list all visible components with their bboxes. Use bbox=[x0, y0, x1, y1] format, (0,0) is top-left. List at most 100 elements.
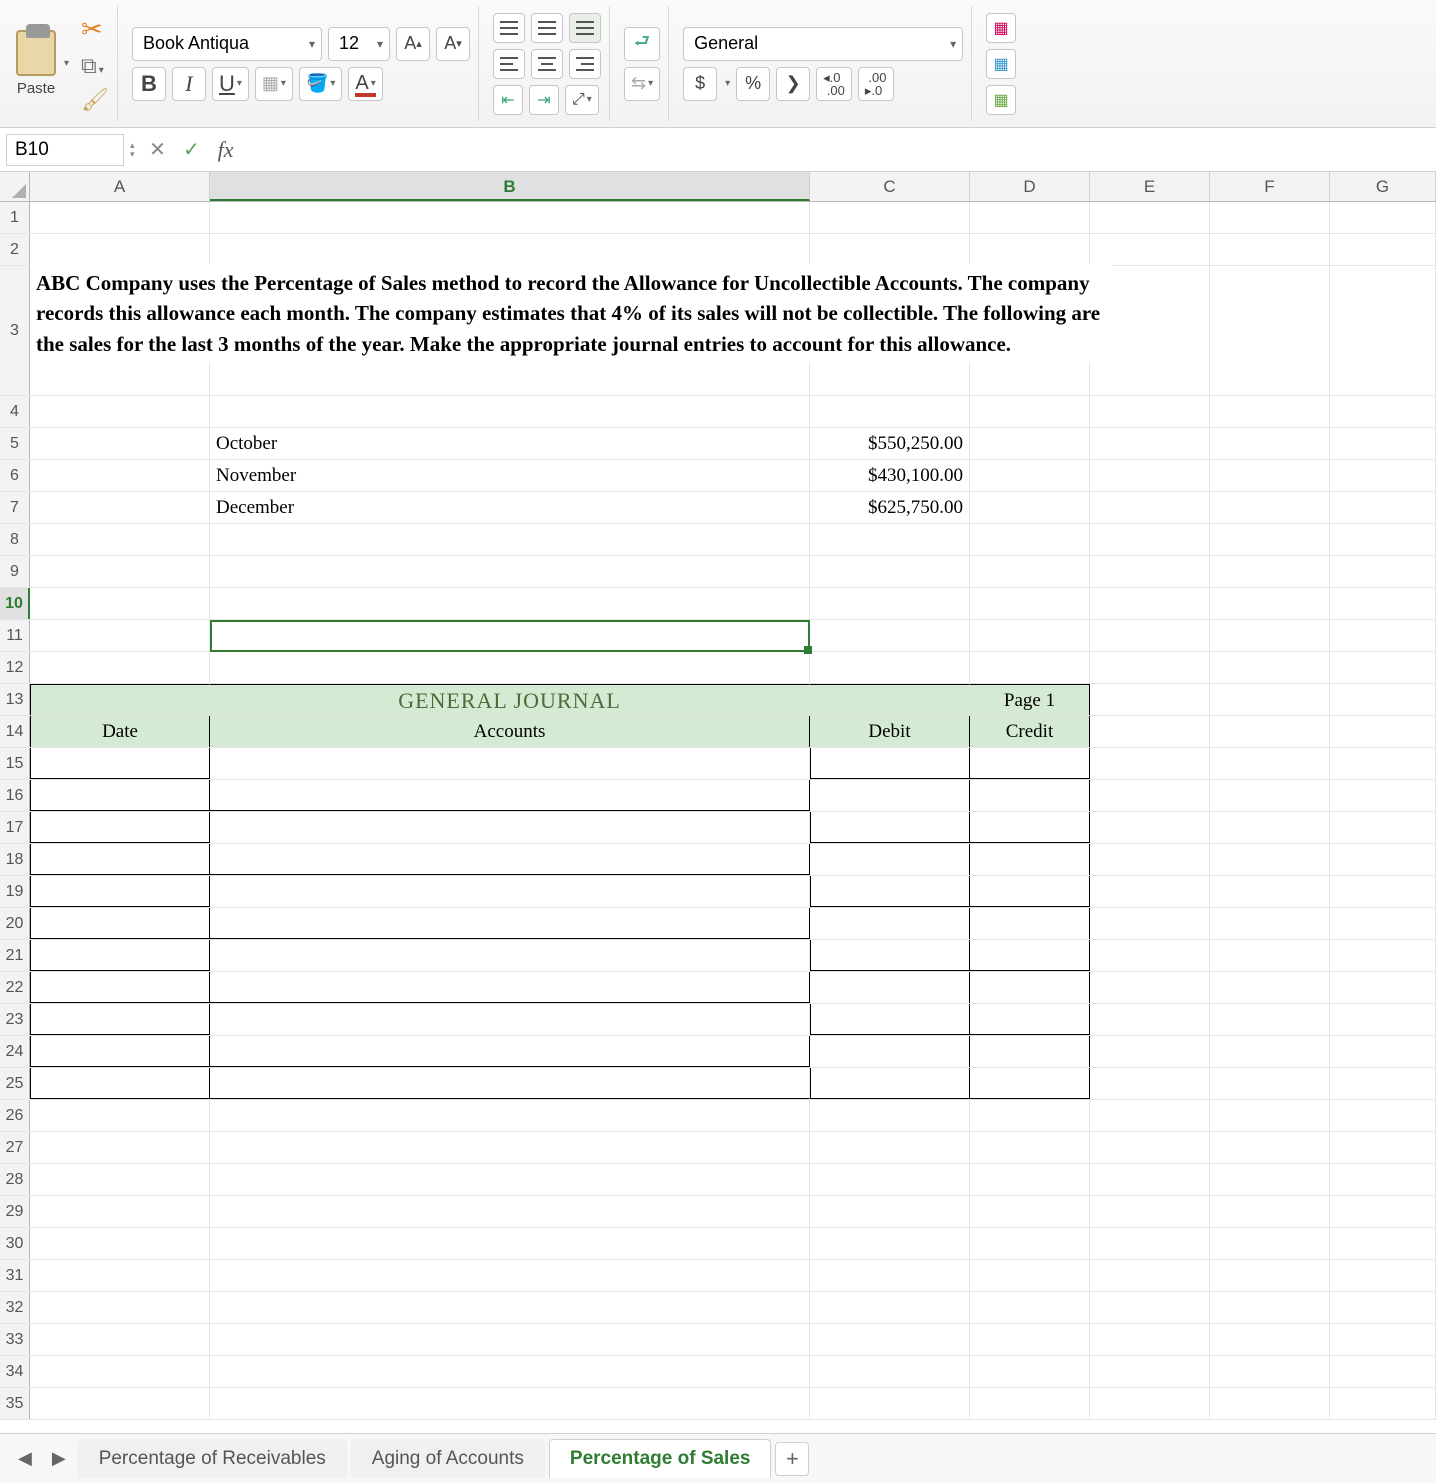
font-size-combo[interactable]: 12 bbox=[328, 27, 390, 61]
cell[interactable]: $550,250.00 bbox=[810, 428, 970, 459]
row-header[interactable]: 15 bbox=[0, 748, 30, 779]
row-header[interactable]: 34 bbox=[0, 1356, 30, 1387]
align-center-icon[interactable] bbox=[531, 49, 563, 79]
conditional-format-icon[interactable]: ▦ bbox=[986, 13, 1016, 43]
row-header[interactable]: 13 bbox=[0, 684, 30, 715]
col-header-E[interactable]: E bbox=[1090, 172, 1210, 201]
fx-icon[interactable]: fx bbox=[209, 134, 243, 166]
cell[interactable]: November bbox=[210, 460, 810, 491]
row-header[interactable]: 24 bbox=[0, 1036, 30, 1067]
cell[interactable]: $430,100.00 bbox=[810, 460, 970, 491]
align-bottom-icon[interactable] bbox=[569, 13, 601, 43]
row-header[interactable]: 10 bbox=[0, 588, 30, 619]
row-header[interactable]: 16 bbox=[0, 780, 30, 811]
cell[interactable]: December bbox=[210, 492, 810, 523]
format-table-icon[interactable]: ▦ bbox=[986, 49, 1016, 79]
select-all-corner[interactable] bbox=[0, 172, 30, 201]
row-header[interactable]: 18 bbox=[0, 844, 30, 875]
row-header[interactable]: 19 bbox=[0, 876, 30, 907]
number-format-combo[interactable]: General bbox=[683, 27, 963, 61]
journal-page[interactable]: Page 1 bbox=[970, 684, 1090, 715]
formula-input[interactable] bbox=[243, 134, 1436, 166]
format-painter-icon[interactable]: 🖌 bbox=[81, 87, 109, 113]
row-header[interactable]: 3 bbox=[0, 266, 30, 395]
copy-icon[interactable]: ⧉▾ bbox=[81, 53, 109, 79]
row-header[interactable]: 7 bbox=[0, 492, 30, 523]
decrease-font-icon[interactable]: A▾ bbox=[436, 27, 470, 61]
col-header-G[interactable]: G bbox=[1330, 172, 1436, 201]
increase-indent-icon[interactable]: ⇥ bbox=[529, 85, 559, 115]
spreadsheet-grid[interactable]: A B C D E F G 1 2 3 ABC Company uses the… bbox=[0, 172, 1436, 1433]
paste-dropdown-icon[interactable]: ▾ bbox=[64, 58, 69, 69]
add-sheet-button[interactable]: + bbox=[775, 1442, 809, 1476]
row-header[interactable]: 4 bbox=[0, 396, 30, 427]
align-middle-icon[interactable] bbox=[531, 13, 563, 43]
cut-icon[interactable]: ✂ bbox=[81, 14, 109, 45]
cell[interactable]: $625,750.00 bbox=[810, 492, 970, 523]
bold-button[interactable]: B bbox=[132, 67, 166, 101]
col-header-D[interactable]: D bbox=[970, 172, 1090, 201]
journal-title[interactable]: GENERAL JOURNAL bbox=[210, 684, 810, 715]
name-box[interactable]: B10 bbox=[6, 134, 124, 166]
decrease-decimal-button[interactable]: .00▸.0 bbox=[858, 67, 894, 101]
comma-button[interactable]: ❯ bbox=[776, 67, 810, 101]
row-header[interactable]: 1 bbox=[0, 202, 30, 233]
tab-nav-prev-icon[interactable]: ◀ bbox=[10, 1444, 40, 1473]
fill-color-button[interactable]: 🪣▾ bbox=[299, 67, 342, 101]
row-header[interactable]: 9 bbox=[0, 556, 30, 587]
row-header[interactable]: 8 bbox=[0, 524, 30, 555]
borders-button[interactable]: ▦▾ bbox=[255, 67, 293, 101]
increase-font-icon[interactable]: A▴ bbox=[396, 27, 430, 61]
row-header[interactable]: 33 bbox=[0, 1324, 30, 1355]
font-name-combo[interactable]: Book Antiqua bbox=[132, 27, 322, 61]
row-header[interactable]: 22 bbox=[0, 972, 30, 1003]
underline-button[interactable]: U▾ bbox=[212, 67, 249, 101]
journal-h-accounts[interactable]: Accounts bbox=[210, 716, 810, 747]
row-header[interactable]: 27 bbox=[0, 1132, 30, 1163]
wrap-text-icon[interactable]: ⮐ bbox=[624, 27, 660, 61]
sheet-tab-sales[interactable]: Percentage of Sales bbox=[549, 1439, 772, 1478]
cell[interactable]: October bbox=[210, 428, 810, 459]
merge-icon[interactable]: ⇆▾ bbox=[624, 67, 660, 101]
decrease-indent-icon[interactable]: ⇤ bbox=[493, 85, 523, 115]
increase-decimal-button[interactable]: ◂.0 .00 bbox=[816, 67, 852, 101]
align-left-icon[interactable] bbox=[493, 49, 525, 79]
journal-h-date[interactable]: Date bbox=[30, 716, 210, 747]
journal-h-credit[interactable]: Credit bbox=[970, 716, 1090, 747]
row-header[interactable]: 30 bbox=[0, 1228, 30, 1259]
row-header[interactable]: 12 bbox=[0, 652, 30, 683]
row-header[interactable]: 14 bbox=[0, 716, 30, 747]
row-header[interactable]: 23 bbox=[0, 1004, 30, 1035]
paste-label[interactable]: Paste bbox=[17, 80, 55, 97]
name-box-spinner[interactable]: ▴▾ bbox=[130, 141, 135, 159]
col-header-B[interactable]: B bbox=[210, 172, 810, 201]
journal-h-debit[interactable]: Debit bbox=[810, 716, 970, 747]
cancel-formula-icon[interactable]: ✕ bbox=[141, 134, 175, 166]
row-header[interactable]: 31 bbox=[0, 1260, 30, 1291]
row-header[interactable]: 29 bbox=[0, 1196, 30, 1227]
col-header-A[interactable]: A bbox=[30, 172, 210, 201]
row-header[interactable]: 20 bbox=[0, 908, 30, 939]
row-header[interactable]: 35 bbox=[0, 1388, 30, 1419]
row-header[interactable]: 21 bbox=[0, 940, 30, 971]
align-right-icon[interactable] bbox=[569, 49, 601, 79]
italic-button[interactable]: I bbox=[172, 67, 206, 101]
row-header[interactable]: 6 bbox=[0, 460, 30, 491]
font-color-button[interactable]: A▾ bbox=[348, 67, 382, 101]
col-header-F[interactable]: F bbox=[1210, 172, 1330, 201]
row-header[interactable]: 32 bbox=[0, 1292, 30, 1323]
align-top-icon[interactable] bbox=[493, 13, 525, 43]
row-header[interactable]: 25 bbox=[0, 1068, 30, 1099]
paste-icon[interactable] bbox=[16, 30, 56, 76]
row-header[interactable]: 11 bbox=[0, 620, 30, 651]
accept-formula-icon[interactable]: ✓ bbox=[175, 134, 209, 166]
row-header[interactable]: 28 bbox=[0, 1164, 30, 1195]
orientation-icon[interactable]: ⤢▾ bbox=[565, 85, 599, 115]
cell-styles-icon[interactable]: ▦ bbox=[986, 85, 1016, 115]
row-header[interactable]: 2 bbox=[0, 234, 30, 265]
sheet-tab-aging[interactable]: Aging of Accounts bbox=[351, 1439, 545, 1478]
col-header-C[interactable]: C bbox=[810, 172, 970, 201]
row-header[interactable]: 26 bbox=[0, 1100, 30, 1131]
row-header[interactable]: 17 bbox=[0, 812, 30, 843]
currency-button[interactable]: $ bbox=[683, 67, 717, 101]
